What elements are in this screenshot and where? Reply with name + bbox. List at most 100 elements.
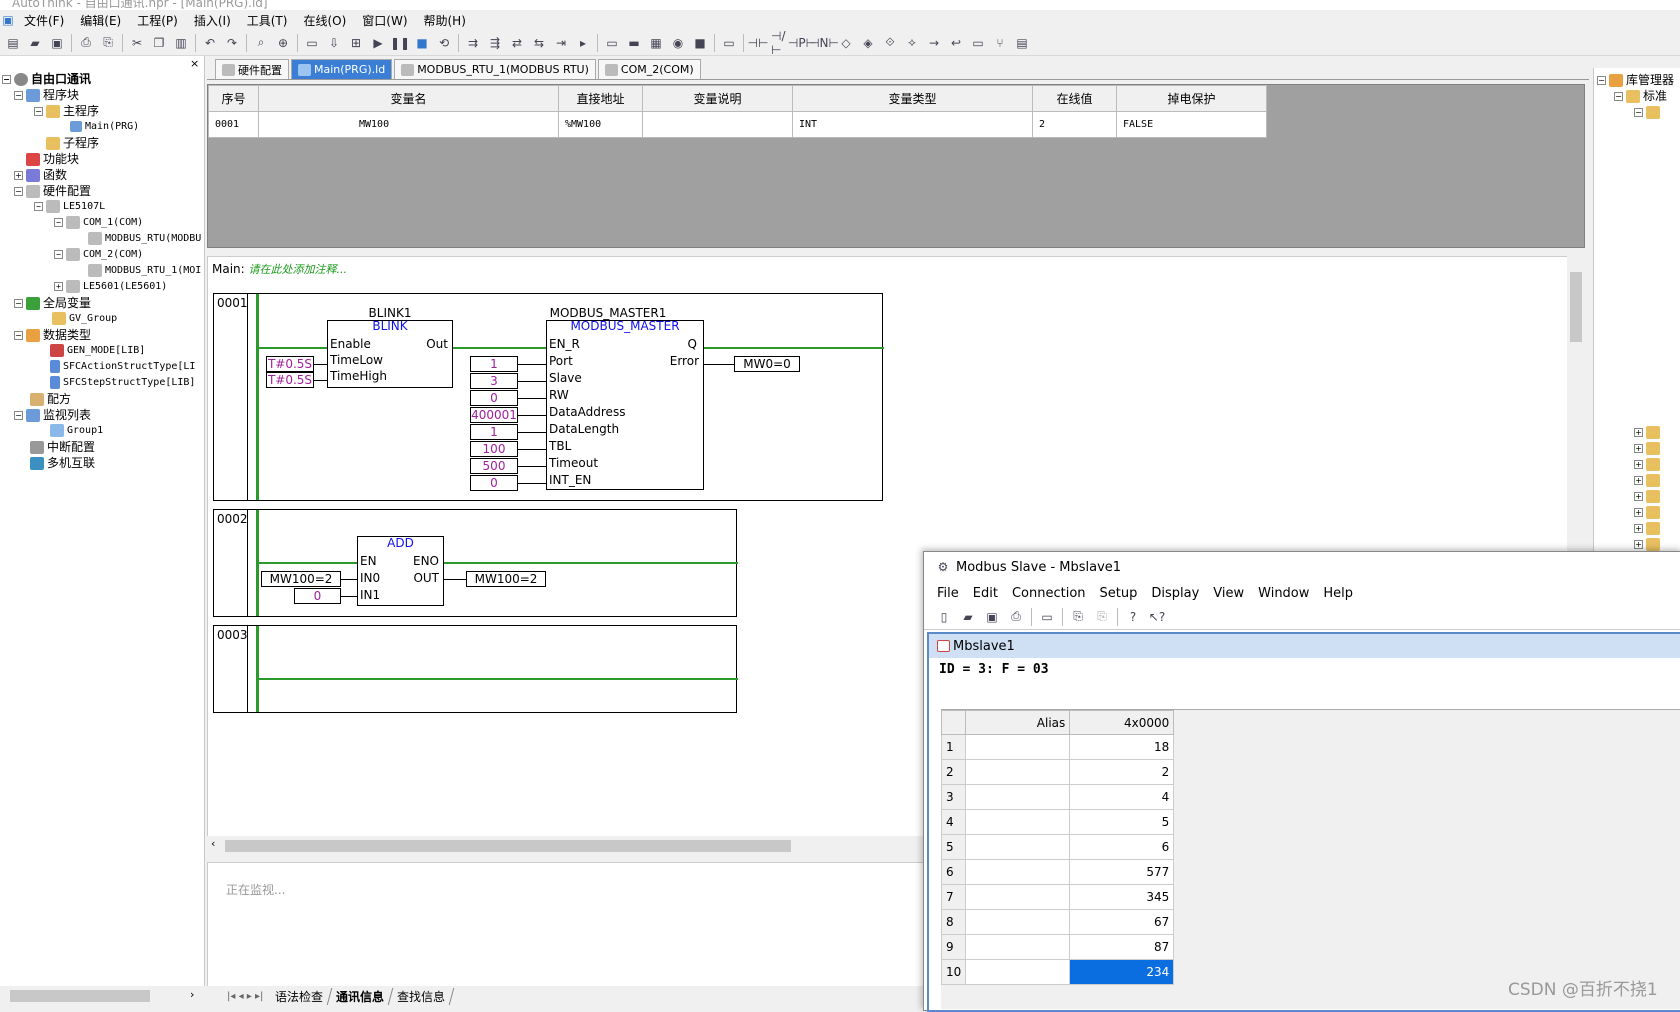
panel-icon[interactable]: ▬ [625, 34, 643, 52]
table-row[interactable]: 0001 MW100 %MW100 INT 2 FALSE [208, 111, 1267, 138]
rung-2[interactable]: 0002 ADD EN IN0 IN1 ENO OUT MW100=2 0 MW… [213, 509, 738, 617]
table-row[interactable]: 9 87 [940, 934, 1175, 960]
menu-edit[interactable]: 编辑(E) [72, 12, 129, 29]
tree-interrupt[interactable]: 中断配置 [47, 440, 95, 454]
rung-3[interactable]: 0003 [213, 625, 738, 713]
menu-help[interactable]: 帮助(H) [416, 12, 474, 29]
coil-icon[interactable]: ◇ [837, 34, 855, 52]
continue-icon[interactable]: ▸ [574, 34, 592, 52]
tree-horizontal-scrollbar[interactable]: › [0, 986, 205, 1006]
close-icon[interactable]: × [190, 57, 199, 70]
mbslave-menu-window[interactable]: Window [1251, 586, 1316, 601]
pause-icon[interactable]: ❚❚ [390, 34, 410, 52]
mbslave-menu-help[interactable]: Help [1316, 586, 1360, 601]
error-output-var[interactable]: MW0=0 [734, 356, 800, 372]
step-icon[interactable]: ⇉ [464, 34, 482, 52]
window-icon[interactable]: ▭ [603, 34, 621, 52]
menu-file[interactable]: 文件(F) [16, 12, 72, 29]
save-icon[interactable]: ▣ [48, 34, 66, 52]
tab-com2[interactable]: COM_2(COM) [597, 59, 701, 79]
slave-value[interactable]: 3 [470, 373, 518, 389]
stop-icon[interactable]: ■ [413, 34, 431, 52]
mbslave-menu-connection[interactable]: Connection [1005, 586, 1093, 601]
mbslave-menu-edit[interactable]: Edit [966, 586, 1005, 601]
menu-insert[interactable]: 插入(I) [186, 12, 239, 29]
library-standard[interactable]: 标准 [1643, 89, 1667, 103]
menu-tools[interactable]: 工具(T) [239, 12, 296, 29]
contact-n-icon[interactable]: ⊣N⊢ [809, 34, 839, 52]
chevron-left-icon[interactable]: ‹ [211, 837, 215, 850]
library-title[interactable]: 库管理器 [1626, 73, 1674, 87]
contact-nc-icon[interactable]: ⊣/⊢ [771, 29, 789, 57]
rung-1[interactable]: 0001 BLINK1 BLINK Enable TimeLow TimeHig… [213, 293, 884, 501]
tree-sfc-action[interactable]: SFCActionStructType[LI [63, 361, 195, 372]
in1-value[interactable]: 0 [294, 588, 341, 604]
tree-gen-mode[interactable]: GEN_MODE[LIB] [67, 345, 145, 356]
tab-syntax-check[interactable]: 语法检查 [267, 987, 333, 1005]
mbslave1-title-bar[interactable]: Mbslave1 [929, 634, 1680, 658]
modbus-master-function-block[interactable]: MODBUS_MASTER EN_R Port Slave RW DataAdd… [546, 319, 704, 490]
timelow-value[interactable]: T#0.5S [266, 356, 314, 372]
connect-icon[interactable]: ⎘ [1068, 608, 1088, 626]
table-row[interactable]: 10 234 [940, 959, 1175, 985]
data-length-value[interactable]: 1 [470, 424, 518, 440]
rw-value[interactable]: 0 [470, 390, 518, 406]
timeout-value[interactable]: 500 [470, 458, 518, 474]
table-row[interactable]: 6 577 [940, 859, 1175, 885]
tree-global-var[interactable]: 全局变量 [43, 296, 91, 310]
jump-icon[interactable]: → [925, 34, 943, 52]
save-icon[interactable]: ▣ [982, 608, 1002, 626]
tbl-value[interactable]: 100 [470, 441, 518, 457]
open-folder-icon[interactable]: ▰ [26, 34, 44, 52]
add-function-block[interactable]: ADD EN IN0 IN1 ENO OUT [357, 536, 444, 606]
in0-value[interactable]: MW100=2 [261, 571, 341, 587]
monitor-icon[interactable]: ◉ [669, 34, 687, 52]
tab-comm-info[interactable]: 通讯信息 [328, 987, 394, 1005]
run-icon[interactable]: ▶ [369, 34, 387, 52]
table-row[interactable]: 8 67 [940, 909, 1175, 935]
tree-root[interactable]: 自由口通讯 [31, 72, 91, 86]
tree-group1[interactable]: Group1 [67, 425, 103, 436]
int-en-value[interactable]: 0 [470, 475, 518, 491]
table-row[interactable]: 7 345 [940, 884, 1175, 910]
tree-multi[interactable]: 多机互联 [47, 456, 95, 470]
data-address-value[interactable]: 400001 [470, 407, 518, 423]
function-block-icon[interactable]: ▭ [969, 34, 987, 52]
modbus-slave-window[interactable]: ⚙ Modbus Slave - Mbslave1 File Edit Conn… [923, 551, 1680, 1012]
tree-function-block[interactable]: 功能块 [43, 152, 79, 166]
tree-gv-group[interactable]: GV_Group [69, 313, 117, 324]
comment-icon[interactable]: ▤ [1013, 34, 1031, 52]
print-icon[interactable]: ⎙ [77, 34, 95, 52]
print-preview-icon[interactable]: ⎘ [99, 34, 117, 52]
breakpoint-icon[interactable]: ⇥ [552, 34, 570, 52]
login-icon[interactable]: ⊞ [347, 34, 365, 52]
window-icon[interactable]: ▭ [1037, 608, 1057, 626]
coil-set-icon[interactable]: ⟐ [881, 34, 899, 52]
step-into-icon[interactable]: ⇶ [486, 34, 504, 52]
table-row[interactable]: 45 [940, 809, 1175, 835]
branch-icon[interactable]: ⑂ [991, 34, 1009, 52]
tree-modbus2[interactable]: MODBUS_RTU_1(MOI [105, 265, 201, 276]
cut-icon[interactable]: ✂ [128, 34, 146, 52]
layout-icon[interactable]: ▦ [647, 34, 665, 52]
tree-hw-config[interactable]: 硬件配置 [43, 184, 91, 198]
tree-sub-program[interactable]: 子程序 [63, 136, 99, 150]
tab-find-info[interactable]: 查找信息 [389, 987, 455, 1005]
tree-program-block[interactable]: 程序块 [43, 88, 79, 102]
tree-recipe[interactable]: 配方 [47, 392, 71, 406]
mbslave1-child-window[interactable]: Mbslave1 ID = 3: F = 03 Alias 4x0000 1 18… [927, 632, 1680, 1012]
timehigh-value[interactable]: T#0.5S [266, 372, 314, 388]
tree-com1[interactable]: COM_1(COM) [83, 217, 143, 228]
step-over-icon[interactable]: ⇄ [508, 34, 526, 52]
tree-data-types[interactable]: 数据类型 [43, 328, 91, 342]
block-icon[interactable]: ■ [691, 34, 709, 52]
table-row[interactable]: 56 [940, 834, 1175, 860]
zoom-icon[interactable]: ⊕ [274, 34, 292, 52]
editor-comment[interactable]: Main: 请在此处添加注释... [212, 261, 347, 277]
coil-neg-icon[interactable]: ◈ [859, 34, 877, 52]
download-icon[interactable]: ⇩ [325, 34, 343, 52]
tab-hw-config[interactable]: 硬件配置 [215, 59, 289, 79]
tree-function[interactable]: 函数 [43, 168, 67, 182]
print-icon[interactable]: ⎙ [1006, 608, 1026, 626]
paste-icon[interactable]: ▥ [172, 34, 190, 52]
